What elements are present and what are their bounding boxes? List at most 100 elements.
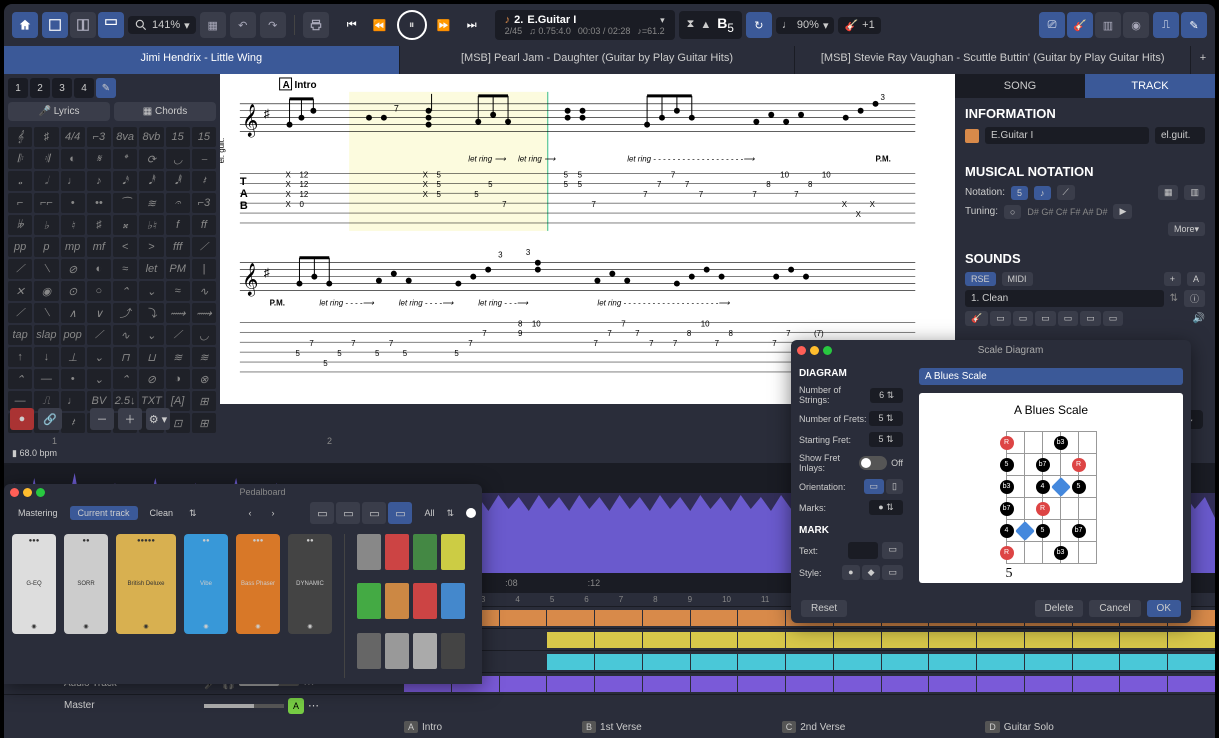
tuning-play-btn[interactable]: ▶ [1113, 204, 1132, 219]
window-minimize-button[interactable] [23, 488, 32, 497]
skip-end-button[interactable]: ⏭ [461, 14, 483, 36]
mark-text-opt[interactable]: ▭ [882, 542, 903, 559]
pb-tab-mastering[interactable]: Mastering [10, 506, 66, 520]
capo-control[interactable]: 🎸+1 [838, 17, 880, 34]
notation-slash-btn[interactable]: ⟋ [1057, 185, 1075, 200]
lib-pedal[interactable] [385, 633, 409, 669]
pedal-vibe[interactable]: ●●Vibe◉ [184, 534, 228, 634]
marker-c[interactable]: C2nd Verse [782, 721, 846, 733]
fx-4[interactable]: ▭ [1035, 311, 1056, 326]
symbol[interactable]: ◡ [166, 149, 190, 169]
symbol[interactable]: ⟍ [34, 303, 58, 323]
symbol[interactable]: ∿ [192, 281, 216, 301]
grid-button[interactable]: ▦ [200, 12, 226, 38]
symbol[interactable]: ⊞ [192, 413, 216, 433]
lib-pedal[interactable] [357, 534, 381, 570]
symbol-16th[interactable]: 𝅘𝅥𝅯 [113, 171, 137, 191]
sound-preset-select[interactable] [965, 290, 1164, 307]
symbol-natural[interactable]: ♮ [61, 215, 85, 235]
symbol-15mb[interactable]: 15 [192, 127, 216, 147]
symbol[interactable]: ↓ [34, 347, 58, 367]
sound-a-button[interactable]: A [1187, 272, 1205, 286]
zoom-control[interactable]: 141% ▾ [128, 16, 196, 34]
fx-5[interactable]: ▭ [1058, 311, 1079, 326]
symbol[interactable]: ◐ [87, 259, 111, 279]
redo-button[interactable]: ↷ [260, 12, 286, 38]
volume-icon[interactable]: 🔊 [1193, 313, 1205, 324]
style-1[interactable]: ● [842, 565, 859, 580]
reset-button[interactable]: Reset [801, 600, 847, 617]
symbol-triplet[interactable]: ⌐3 [87, 127, 111, 147]
symbol[interactable]: ⊘ [61, 259, 85, 279]
layout-2-button[interactable] [70, 12, 96, 38]
symbol-da-capo[interactable]: ◐ [61, 149, 85, 169]
fx-3[interactable]: ▭ [1013, 311, 1034, 326]
symbol-segno[interactable]: 𝄋 [87, 149, 111, 169]
symbol-fff[interactable]: fff [166, 237, 190, 257]
symbol[interactable]: ⤴ [113, 303, 137, 323]
symbol[interactable]: | [192, 259, 216, 279]
symbol-pp[interactable]: pp [8, 237, 32, 257]
symbol[interactable]: ⟍ [34, 259, 58, 279]
palette-page-3[interactable]: 3 [52, 78, 72, 98]
more-button[interactable]: More▾ [1168, 222, 1205, 236]
notation-tab-btn[interactable]: 5 [1011, 186, 1028, 200]
symbol[interactable]: ⟋ [8, 303, 32, 323]
pedal-dynamic[interactable]: ●●DYNAMIC◉ [288, 534, 332, 634]
symbol-cresc[interactable]: < [113, 237, 137, 257]
pb-nav-next[interactable]: › [263, 506, 282, 520]
metronome-box[interactable]: ⧗ ▲ B5 [679, 11, 742, 39]
symbol[interactable]: — [34, 369, 58, 389]
fx-7[interactable]: ▭ [1103, 311, 1124, 326]
symbol-eighth[interactable]: ♪ [87, 171, 111, 191]
orient-v[interactable]: ▯ [886, 479, 903, 494]
pedal-british[interactable]: ●●●●●British Deluxe◉ [116, 534, 176, 634]
lib-pedal[interactable] [441, 583, 465, 619]
symbol-32nd[interactable]: 𝅘𝅥𝅰 [139, 171, 163, 191]
dialog-minimize-button[interactable] [810, 346, 819, 355]
symbol[interactable]: 𝄐 [166, 193, 190, 213]
num-frets-input[interactable]: 5 ⇅ [869, 411, 903, 426]
notation-standard-btn[interactable]: ♪ [1034, 186, 1051, 200]
lib-pedal[interactable] [357, 633, 381, 669]
symbol[interactable]: ∧ [61, 303, 85, 323]
symbol[interactable]: ◉ [34, 281, 58, 301]
symbol[interactable]: ⤵ [139, 303, 163, 323]
symbol-double-sharp[interactable]: 𝄪 [113, 215, 137, 235]
symbol-whole[interactable]: 𝅝 [8, 171, 32, 191]
orient-h[interactable]: ▭ [864, 479, 885, 494]
symbol-double-flat[interactable]: 𝄫 [8, 215, 32, 235]
lib-pedal[interactable] [385, 583, 409, 619]
symbol-quarter[interactable]: ♩ [61, 171, 85, 191]
speed-control[interactable]: ♩ 90% ▾ [776, 17, 835, 34]
lyrics-button[interactable]: 🎤 Lyrics [8, 102, 110, 121]
symbol-repeat-end[interactable]: 𝄇 [34, 149, 58, 169]
pedal-phaser[interactable]: ●●●Bass Phaser◉ [236, 534, 280, 634]
symbol[interactable]: ≈ [113, 259, 137, 279]
tab-document-2[interactable]: [MSB] Stevie Ray Vaughan - Scuttle Butti… [795, 46, 1191, 74]
marks-select[interactable]: ● ⇅ [869, 500, 903, 515]
lib-pedal[interactable] [441, 633, 465, 669]
symbol-treble-clef[interactable]: 𝄞 [8, 127, 32, 147]
symbol[interactable]: • [61, 369, 85, 389]
mark-text-input[interactable] [848, 542, 878, 559]
symbol[interactable]: ⌐ [8, 193, 32, 213]
add-sound-button[interactable]: + [1164, 272, 1181, 286]
pedal-sorr[interactable]: ●●SORR◉ [64, 534, 108, 634]
pb-view-1[interactable]: ▭ [310, 502, 334, 524]
dialog-zoom-button[interactable] [823, 346, 832, 355]
symbol-8va[interactable]: 8va [113, 127, 137, 147]
symbol-p[interactable]: p [34, 237, 58, 257]
symbol[interactable]: ⊙ [61, 281, 85, 301]
track-row-master[interactable]: Master A ⋯ [4, 694, 1215, 716]
delete-button[interactable]: Delete [1035, 600, 1084, 617]
settings-button[interactable]: ⚙ ▾ [146, 408, 170, 430]
lib-pedal[interactable] [385, 534, 409, 570]
symbol[interactable]: ↑ [8, 347, 32, 367]
rse-button[interactable]: RSE [965, 272, 996, 286]
symbol-pop[interactable]: pop [61, 325, 85, 345]
panel-eq-button[interactable]: ⎍ [1153, 12, 1179, 38]
palette-page-2[interactable]: 2 [30, 78, 50, 98]
midi-button[interactable]: MIDI [1002, 272, 1033, 286]
tab-track[interactable]: TRACK [1085, 74, 1215, 98]
